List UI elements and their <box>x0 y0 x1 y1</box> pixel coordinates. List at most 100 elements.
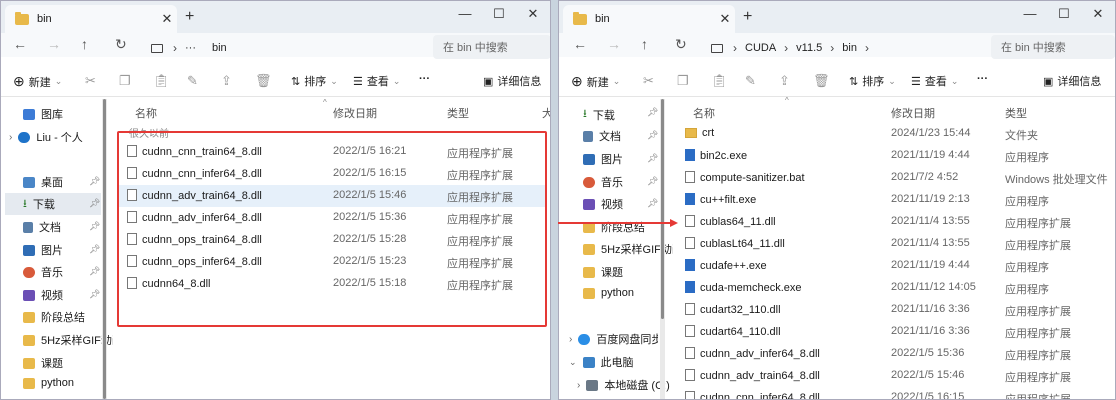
back-arrow-icon[interactable]: ← <box>13 36 27 52</box>
sort-button[interactable]: ⇅ 排序 ⌄ <box>849 73 896 89</box>
more-options-button[interactable]: ··· <box>419 73 430 85</box>
file-row[interactable]: cudnn_adv_infer64_8.dll 2022/1/5 15:36 应用程… <box>559 343 1115 365</box>
new-button[interactable]: ⊕ 新建 ⌄ <box>571 73 620 90</box>
sidebar-item-folder[interactable]: python <box>23 377 74 389</box>
back-arrow-icon[interactable]: ← <box>573 36 587 52</box>
file-name: cudnn_adv_infer64_8.dll <box>685 347 820 360</box>
address-bar[interactable]: › ··· bin <box>151 37 235 59</box>
breadcrumb-version[interactable]: v11.5 <box>796 42 822 54</box>
up-arrow-icon[interactable]: ↑ <box>81 36 88 52</box>
file-row[interactable]: cudnn64_8.dll 2022/1/5 15:18 应用程序扩展 <box>1 273 550 295</box>
file-type: 应用程序扩展 <box>447 214 513 226</box>
sidebar-item-gallery[interactable]: 图库 <box>23 106 63 122</box>
rename-icon[interactable]: ✎ <box>187 73 198 89</box>
file-row[interactable]: cudnn_adv_train64_8.dll 2022/1/5 15:46 应用程… <box>119 185 546 207</box>
column-header-name[interactable]: 名称 <box>135 105 157 121</box>
delete-icon[interactable]: 🗑︎ <box>813 73 830 89</box>
file-name: bin2c.exe <box>685 149 747 162</box>
file-name: cudnn_cnn_infer64_8.dll <box>685 391 820 399</box>
search-input[interactable]: 在 bin 中搜索 <box>991 35 1115 59</box>
file-row[interactable]: cudnn_ops_train64_8.dll 2022/1/5 15:28 应用程… <box>1 229 550 251</box>
file-row[interactable]: cudnn_adv_train64_8.dll 2022/1/5 15:46 应用程… <box>559 365 1115 387</box>
up-arrow-icon[interactable]: ↑ <box>641 36 648 52</box>
forward-arrow-icon[interactable]: → <box>47 36 61 52</box>
file-row[interactable]: cudnn_cnn_infer64_8.dll 2022/1/5 16:15 应用程… <box>559 387 1115 399</box>
file-row[interactable]: cudafe++.exe 2021/11/19 4:44 应用程序 <box>559 255 1115 277</box>
new-tab-button[interactable]: + <box>185 8 194 26</box>
column-header-date[interactable]: 修改日期 <box>891 105 935 121</box>
more-crumbs-icon[interactable]: ··· <box>185 42 196 54</box>
breadcrumb-bin[interactable]: bin <box>212 42 227 54</box>
sidebar-item-folder[interactable]: 阶段总结 <box>23 309 85 325</box>
forward-arrow-icon[interactable]: → <box>607 36 621 52</box>
column-header-type[interactable]: 类型 <box>1005 105 1027 121</box>
file-name: cudnn_adv_train64_8.dll <box>685 369 820 382</box>
file-row[interactable]: cu++filt.exe 2021/11/19 2:13 应用程序 <box>559 189 1115 211</box>
view-button[interactable]: ☰ 查看 ⌄ <box>353 73 400 89</box>
column-header-name[interactable]: 名称 <box>693 105 715 121</box>
pin-icon: 📌︎ <box>647 107 659 117</box>
view-button[interactable]: ☰ 查看 ⌄ <box>911 73 958 89</box>
sidebar-item-downloads[interactable]: ⭳ 下载 <box>583 105 615 124</box>
chevron-down-icon: ⌄ <box>888 75 896 86</box>
file-row[interactable]: cublasLt64_11.dll 2021/11/4 13:55 应用程序扩展 <box>559 233 1115 255</box>
close-tab-icon[interactable]: ✕ <box>715 11 735 27</box>
delete-icon[interactable]: 🗑︎ <box>255 73 272 89</box>
new-tab-button[interactable]: + <box>743 8 752 26</box>
cut-icon[interactable]: ✂ <box>85 73 96 89</box>
sort-button[interactable]: ⇅ 排序 ⌄ <box>291 73 338 89</box>
column-header-type[interactable]: 类型 <box>447 105 469 121</box>
new-button[interactable]: ⊕ 新建 ⌄ <box>13 73 62 90</box>
address-bar[interactable]: › CUDA › v11.5 › bin › <box>711 37 869 59</box>
column-header-date[interactable]: 修改日期 <box>333 105 377 121</box>
title-bar: bin ✕ + — ☐ ✕ <box>559 1 1115 33</box>
minimize-button[interactable]: — <box>448 3 482 25</box>
details-button[interactable]: ▣ 详细信息 <box>1043 73 1101 89</box>
refresh-icon[interactable]: ↻ <box>115 36 127 53</box>
group-header[interactable]: 很久以前 <box>129 125 169 140</box>
file-row[interactable]: crt 2024/1/23 15:44 文件夹 <box>559 123 1115 145</box>
file-row[interactable]: compute-sanitizer.bat 2021/7/2 4:52 Window… <box>559 167 1115 189</box>
paste-icon[interactable]: 📋︎ <box>153 73 170 89</box>
more-options-button[interactable]: ··· <box>977 73 988 85</box>
maximize-button[interactable]: ☐ <box>1047 3 1081 25</box>
file-row[interactable]: cuda-memcheck.exe 2021/11/12 14:05 应用程序 <box>559 277 1115 299</box>
paste-icon[interactable]: 📋︎ <box>711 73 728 89</box>
close-window-button[interactable]: ✕ <box>516 3 550 25</box>
breadcrumb-bin[interactable]: bin <box>842 42 857 54</box>
minimize-button[interactable]: — <box>1013 3 1047 25</box>
file-row[interactable]: cudnn_ops_infer64_8.dll 2022/1/5 15:23 应用程… <box>1 251 550 273</box>
file-row[interactable]: cudart64_110.dll 2021/11/16 3:36 应用程序扩展 <box>559 321 1115 343</box>
tab-bin[interactable]: bin ✕ <box>563 5 735 33</box>
cut-icon[interactable]: ✂ <box>643 73 654 89</box>
share-icon[interactable]: ⇪ <box>779 73 790 89</box>
copy-icon[interactable]: ❐ <box>119 73 131 89</box>
file-row[interactable]: cudnn_cnn_train64_8.dll 2022/1/5 16:21 应用程… <box>1 141 550 163</box>
chevron-right-icon: › <box>784 41 789 55</box>
file-row[interactable]: cudnn_adv_infer64_8.dll 2022/1/5 15:36 应用程… <box>1 207 550 229</box>
rename-icon[interactable]: ✎ <box>745 73 756 89</box>
close-tab-icon[interactable]: ✕ <box>157 11 177 27</box>
close-window-button[interactable]: ✕ <box>1081 3 1115 25</box>
file-row[interactable]: cudart32_110.dll 2021/11/16 3:36 应用程序扩展 <box>559 299 1115 321</box>
breadcrumb-cuda[interactable]: CUDA <box>745 42 776 54</box>
command-bar: ⊕ 新建 ⌄ ✂ ❐ 📋︎ ✎ ⇪ 🗑︎ ⇅ 排序 ⌄ ☰ 查看 ⌄ ··· ▣… <box>559 65 1115 97</box>
share-icon[interactable]: ⇪ <box>221 73 232 89</box>
file-name-text: cu++filt.exe <box>700 194 757 206</box>
copy-icon[interactable]: ❐ <box>677 73 689 89</box>
sort-label: 排序 <box>862 76 885 88</box>
file-name-text: cudnn_ops_train64_8.dll <box>142 234 262 246</box>
file-row[interactable]: cudnn_cnn_infer64_8.dll 2022/1/5 16:15 应用程… <box>1 163 550 185</box>
file-row[interactable]: bin2c.exe 2021/11/19 4:44 应用程序 <box>559 145 1115 167</box>
search-input[interactable]: 在 bin 中搜索 <box>433 35 550 59</box>
window-controls: — ☐ ✕ <box>448 3 550 25</box>
file-name: cublas64_11.dll <box>685 215 776 228</box>
sidebar-item-label: python <box>41 377 75 389</box>
column-header-size[interactable]: 大 <box>542 105 550 121</box>
sidebar-item-folder[interactable]: 课题 <box>23 355 63 371</box>
sidebar-item-folder[interactable]: 5Hz采样GIF动画 <box>23 332 113 348</box>
details-button[interactable]: ▣ 详细信息 <box>483 73 541 89</box>
tab-bin[interactable]: bin ✕ <box>5 5 177 33</box>
maximize-button[interactable]: ☐ <box>482 3 516 25</box>
refresh-icon[interactable]: ↻ <box>675 36 687 53</box>
